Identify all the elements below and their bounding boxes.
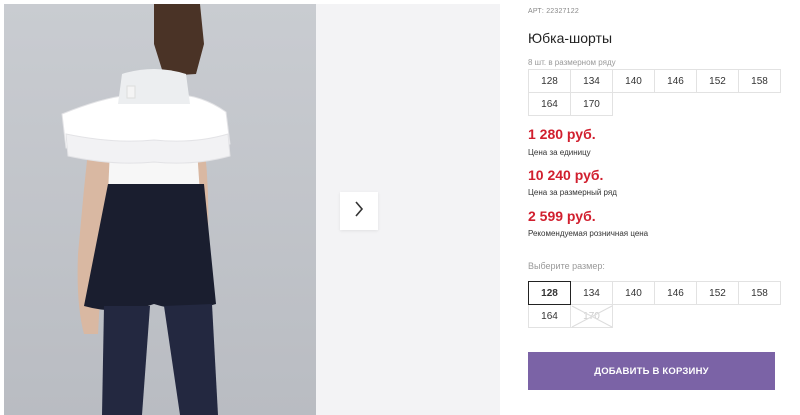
size-option-146[interactable]: 146 [654,281,697,305]
unit-price: 1 280 руб. [528,126,596,142]
retail-price-label: Рекомендуемая розничная цена [528,229,649,238]
product-photo-illustration [61,4,231,415]
unit-price-label: Цена за единицу [528,148,591,157]
size-option-170-unavailable: 170 [570,304,613,328]
chevron-right-icon [354,200,364,222]
size-range-cell: 158 [738,69,781,93]
product-gallery [4,4,500,415]
product-photo [4,4,316,415]
size-range-grid: 128 134 140 146 152 158 164 170 [528,69,781,116]
size-range-cell: 134 [570,69,613,93]
size-option-128[interactable]: 128 [528,281,571,305]
size-range-cell: 146 [654,69,697,93]
size-range-cell: 152 [696,69,739,93]
size-option-158[interactable]: 158 [738,281,781,305]
size-picker-label: Выберите размер: [528,261,605,271]
range-price: 10 240 руб. [528,167,604,183]
size-option-164[interactable]: 164 [528,304,571,328]
range-price-label: Цена за размерный ряд [528,188,617,197]
size-range-cell: 170 [570,92,613,116]
product-title: Юбка-шорты [528,30,613,46]
size-range-cell: 128 [528,69,571,93]
add-to-cart-button[interactable]: ДОБАВИТЬ В КОРЗИНУ [528,352,775,390]
retail-price: 2 599 руб. [528,208,596,224]
size-option-140[interactable]: 140 [612,281,655,305]
size-picker: 128 134 140 146 152 158 164 170 [528,281,781,328]
pack-note: 8 шт. в размерном ряду [528,58,616,67]
unavailable-strike-icon [571,305,613,328]
gallery-next-button[interactable] [340,192,378,230]
size-option-134[interactable]: 134 [570,281,613,305]
size-option-152[interactable]: 152 [696,281,739,305]
article-number: АРТ: 22327122 [528,8,579,15]
size-range-cell: 140 [612,69,655,93]
size-range-cell: 164 [528,92,571,116]
